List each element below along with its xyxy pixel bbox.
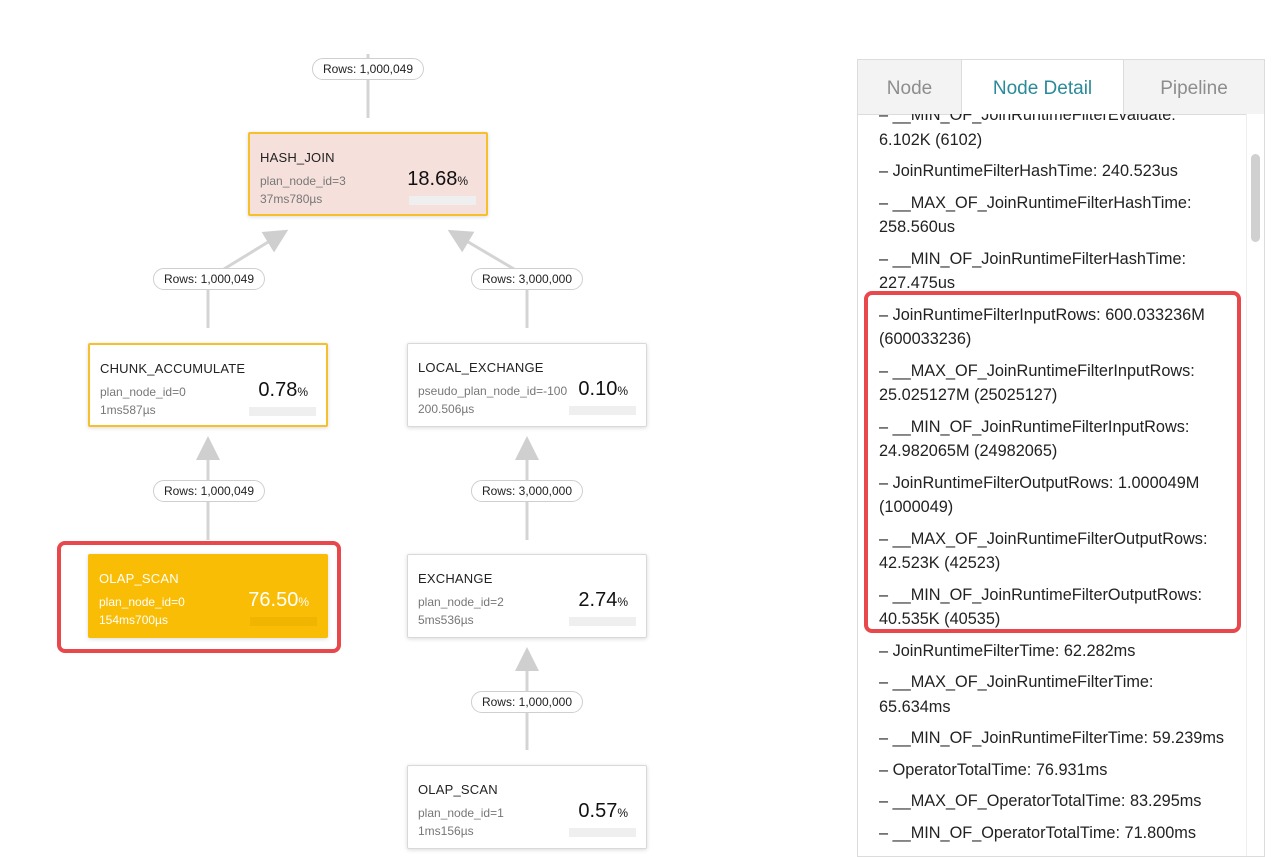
node-name: CHUNK_ACCUMULATE <box>100 361 246 376</box>
node-percentage: 0.10% <box>578 378 628 400</box>
node-percentage-bar <box>409 196 476 205</box>
node-name: HASH_JOIN <box>260 150 335 165</box>
node-percentage-bar <box>569 828 636 837</box>
rows-label-right-upper: Rows: 3,000,000 <box>470 268 584 290</box>
node-plan-id: plan_node_id=3 <box>260 174 346 188</box>
metric-line: – __MAX_OF_JoinRuntimeFilterTime: 65.634… <box>879 673 1154 716</box>
node-time: 1ms587µs <box>100 403 156 417</box>
node-percentage-bar <box>569 617 636 626</box>
plan-node-local-exchange[interactable]: LOCAL_EXCHANGE pseudo_plan_node_id=-100 … <box>407 343 647 427</box>
plan-node-exchange[interactable]: EXCHANGE plan_node_id=2 5ms536µs 2.74% <box>407 554 647 638</box>
plan-node-chunk-accumulate[interactable]: CHUNK_ACCUMULATE plan_node_id=0 1ms587µs… <box>88 343 328 427</box>
node-percentage: 2.74% <box>578 589 628 611</box>
metric-line: – JoinRuntimeFilterTime: 62.282ms <box>879 641 1136 660</box>
metric-line: – __MIN_OF_OperatorTotalTime: 71.800ms <box>879 823 1197 842</box>
node-percentage: 0.78% <box>258 379 308 401</box>
node-percentage-bar <box>249 407 316 416</box>
rows-label-left-upper: Rows: 1,000,049 <box>152 268 266 290</box>
metric-line: – __MIN_OF_JoinRuntimeFilterTime: 59.239… <box>879 729 1225 747</box>
panel-tabs: Node Node Detail Pipeline <box>858 60 1264 115</box>
tab-node[interactable]: Node <box>858 60 962 114</box>
node-name: LOCAL_EXCHANGE <box>418 360 544 375</box>
node-time: 200.506µs <box>418 402 475 416</box>
node-percentage-bar <box>569 406 636 415</box>
node-name: OLAP_SCAN <box>418 782 498 797</box>
node-time: 5ms536µs <box>418 613 474 627</box>
node-plan-id: plan_node_id=1 <box>418 806 504 820</box>
plan-node-olap-scan-1[interactable]: OLAP_SCAN plan_node_id=1 1ms156µs 0.57% <box>407 765 647 849</box>
rows-label-right-lower: Rows: 3,000,000 <box>470 480 584 502</box>
metric-line: – __MIN_OF_JoinRuntimeFilterEvaluate: 6.… <box>879 114 1176 149</box>
rows-label-left-lower: Rows: 1,000,049 <box>152 480 266 502</box>
highlight-box-runtime-filter-rows <box>864 291 1241 633</box>
node-plan-id: plan_node_id=2 <box>418 595 504 609</box>
node-plan-id: plan_node_id=0 <box>100 385 186 399</box>
node-time: 1ms156µs <box>418 824 474 838</box>
node-percentage: 18.68% <box>407 168 468 190</box>
metric-line: – JoinRuntimeFilterHashTime: 240.523us <box>879 162 1178 180</box>
node-plan-id: pseudo_plan_node_id=-100 <box>418 384 568 398</box>
tab-pipeline[interactable]: Pipeline <box>1123 60 1264 114</box>
tab-node-detail[interactable]: Node Detail <box>962 60 1123 115</box>
node-percentage: 0.57% <box>578 800 628 822</box>
highlight-box-olap-scan <box>57 541 341 653</box>
node-name: EXCHANGE <box>418 571 493 586</box>
metric-line: – __MAX_OF_OperatorTotalTime: 83.295ms <box>879 792 1202 810</box>
scrollbar-thumb[interactable] <box>1251 154 1260 242</box>
node-time: 37ms780µs <box>260 192 323 206</box>
metric-line: – __MAX_OF_JoinRuntimeFilterHashTime: 25… <box>879 193 1192 237</box>
metric-line: – OperatorTotalTime: 76.931ms <box>879 760 1108 779</box>
plan-edges <box>196 54 539 750</box>
plan-node-hash-join[interactable]: HASH_JOIN plan_node_id=3 37ms780µs 18.68… <box>248 132 488 216</box>
rows-label-right-bottom: Rows: 1,000,000 <box>470 691 584 713</box>
rows-label-top: Rows: 1,000,049 <box>311 58 425 80</box>
